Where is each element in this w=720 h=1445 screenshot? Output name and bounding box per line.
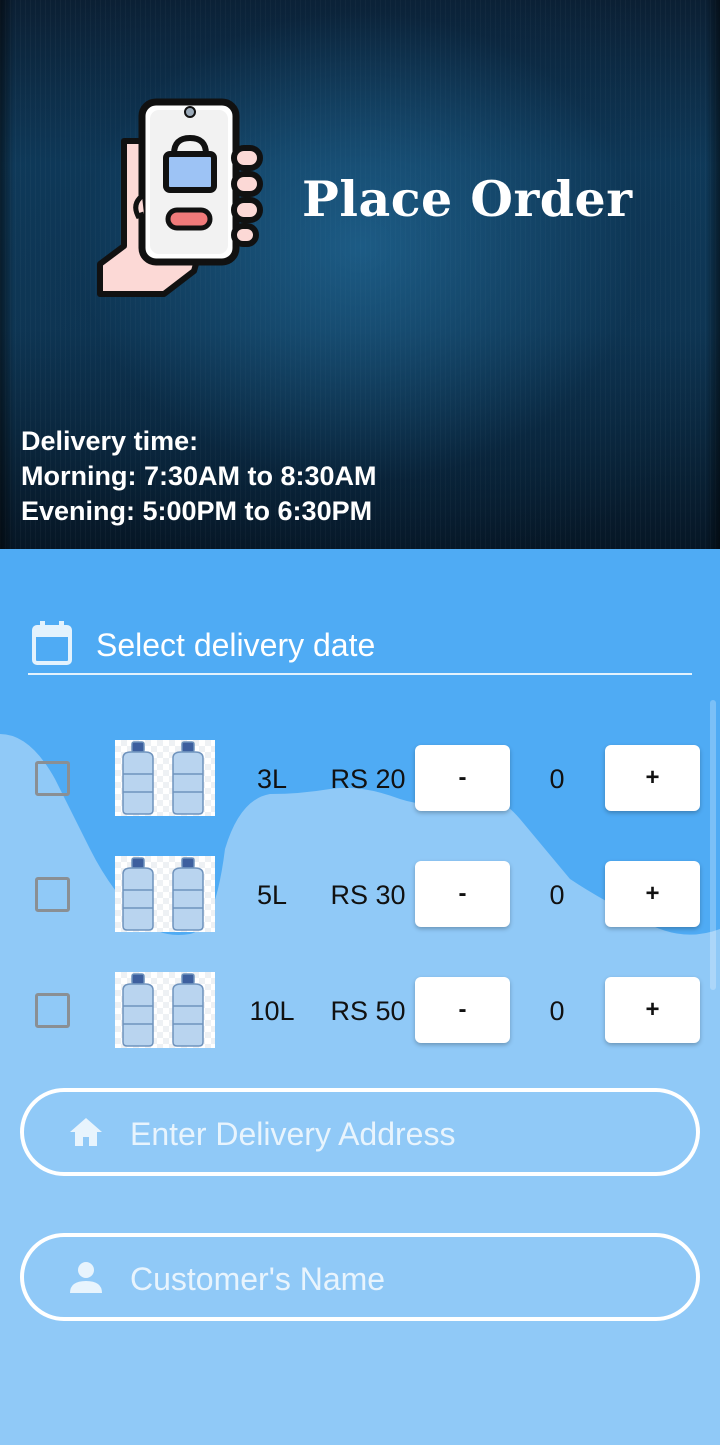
header-edge-shade-right xyxy=(706,0,720,549)
header-edge-shade-left xyxy=(0,0,14,549)
delivery-time-heading: Delivery time: xyxy=(21,426,199,456)
product-row-5l: 5L RS 30 - 0 + xyxy=(0,856,720,932)
increase-quantity-button[interactable]: + xyxy=(605,861,700,927)
phone-shopping-hand-icon xyxy=(97,98,263,297)
decrease-quantity-button[interactable]: - xyxy=(415,745,510,811)
increase-quantity-button[interactable]: + xyxy=(605,977,700,1043)
product-quantity: 0 xyxy=(549,764,565,794)
calendar-icon xyxy=(32,621,72,665)
water-bottles-icon xyxy=(115,856,215,932)
water-bottles-icon xyxy=(115,740,215,816)
customer-name-input[interactable]: Customer's Name xyxy=(20,1233,700,1321)
product-price: RS 20 xyxy=(330,764,406,794)
delivery-address-placeholder: Enter Delivery Address xyxy=(130,1116,456,1152)
delivery-date-label: Select delivery date xyxy=(96,627,376,663)
product-size: 10L xyxy=(249,996,295,1026)
water-bottles-icon xyxy=(115,972,215,1048)
delivery-date-field[interactable]: Select delivery date xyxy=(28,619,692,675)
product-row-3l: 3L RS 20 - 0 + xyxy=(0,740,720,816)
delivery-time-morning: Morning: 7:30AM to 8:30AM xyxy=(21,461,377,491)
delivery-address-input[interactable]: Enter Delivery Address xyxy=(20,1088,700,1176)
product-quantity: 0 xyxy=(549,880,565,910)
product-price: RS 50 xyxy=(330,996,406,1026)
header-banner: Place Order Delivery time: Morning: 7:30… xyxy=(0,0,720,549)
product-size: 3L xyxy=(256,764,288,794)
decrease-quantity-button[interactable]: - xyxy=(415,861,510,927)
delivery-time-evening: Evening: 5:00PM to 6:30PM xyxy=(21,496,373,526)
product-quantity: 0 xyxy=(549,996,565,1026)
product-price: RS 30 xyxy=(330,880,406,910)
scrollbar[interactable] xyxy=(710,700,716,990)
increase-quantity-button[interactable]: + xyxy=(605,745,700,811)
home-icon xyxy=(70,1118,102,1146)
delivery-time-info: Delivery time: Morning: 7:30AM to 8:30AM… xyxy=(21,424,377,529)
product-size: 5L xyxy=(256,880,288,910)
customer-name-placeholder: Customer's Name xyxy=(130,1261,386,1297)
page-title: Place Order xyxy=(302,170,633,228)
product-checkbox[interactable] xyxy=(35,993,70,1028)
product-checkbox[interactable] xyxy=(35,761,70,796)
product-row-10l: 10L RS 50 - 0 + xyxy=(0,972,720,1048)
decrease-quantity-button[interactable]: - xyxy=(415,977,510,1043)
person-icon xyxy=(70,1262,102,1293)
product-checkbox[interactable] xyxy=(35,877,70,912)
order-form: Select delivery date 3L RS 20 - 0 + 5L R… xyxy=(0,549,720,1445)
